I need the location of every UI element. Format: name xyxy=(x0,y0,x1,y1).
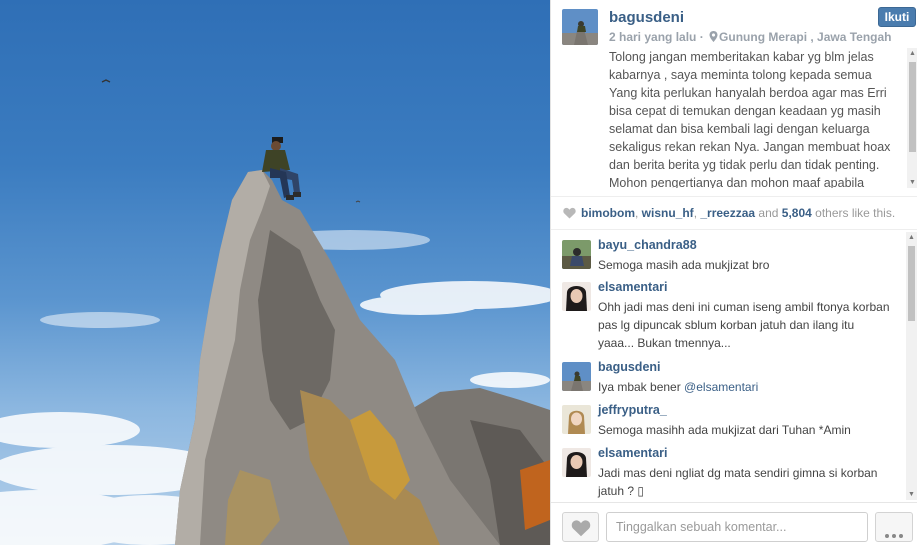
commenter-avatar[interactable] xyxy=(562,362,591,391)
post-caption: Tolong jangan memberitakan kabar yg blm … xyxy=(609,50,891,188)
avatar-image xyxy=(562,448,591,477)
ellipsis-icon xyxy=(884,525,905,543)
liker-link[interactable]: bimobom xyxy=(581,206,635,220)
likes-separator: , xyxy=(635,206,642,220)
commenter-avatar[interactable] xyxy=(562,240,591,269)
avatar-image xyxy=(562,405,591,434)
liker-link[interactable]: _rreezzaa xyxy=(700,206,755,220)
comment-item: elsamentari Ohh jadi mas deni ini cuman … xyxy=(551,280,901,356)
comment-body: Iya mbak bener xyxy=(598,380,685,394)
comment-bar xyxy=(551,502,917,545)
scroll-down-icon[interactable]: ▼ xyxy=(906,489,917,500)
post-viewer: bagusdeni Ikuti 2 hari yang lalu · Gunun… xyxy=(0,0,917,545)
scroll-down-icon[interactable]: ▼ xyxy=(907,177,917,188)
commenter-name[interactable]: elsamentari xyxy=(598,280,667,294)
like-button[interactable] xyxy=(562,512,599,542)
likes-others-text: others like this. xyxy=(811,206,896,220)
comment-text: Jadi mas deni ngliat dg mata sendiri gim… xyxy=(598,466,878,498)
post-location[interactable]: Gunung Merapi , Jawa Tengah xyxy=(719,30,891,44)
post-header: bagusdeni Ikuti 2 hari yang lalu · Gunun… xyxy=(551,0,917,196)
likes-and: and xyxy=(755,206,782,220)
comment-item: bagusdeni Iya mbak bener @elsamentari xyxy=(551,360,901,400)
post-photo[interactable] xyxy=(0,0,550,545)
avatar-image xyxy=(562,9,598,45)
comments-list: bayu_chandra88 Semoga masih ada mukjizat… xyxy=(551,230,917,502)
avatar-image xyxy=(562,362,591,391)
likes-count[interactable]: 5,804 xyxy=(782,206,812,220)
comment-text: Iya mbak bener @elsamentari xyxy=(598,378,893,396)
author-avatar[interactable] xyxy=(562,9,598,45)
avatar-image xyxy=(562,240,591,269)
post-details-panel: bagusdeni Ikuti 2 hari yang lalu · Gunun… xyxy=(550,0,917,545)
commenter-name[interactable]: jeffryputra_ xyxy=(598,403,667,417)
more-options-button[interactable] xyxy=(875,512,913,542)
commenter-name[interactable]: bayu_chandra88 xyxy=(598,238,697,252)
meta-separator: · xyxy=(696,30,708,44)
location-pin-icon xyxy=(709,31,718,42)
scroll-up-icon[interactable]: ▲ xyxy=(907,48,917,59)
avatar-image xyxy=(562,282,591,311)
comments-scroll-thumb[interactable] xyxy=(908,246,915,321)
caption-scroll-thumb[interactable] xyxy=(909,62,916,152)
liker-link[interactable]: wisnu_hf xyxy=(642,206,694,220)
heart-icon xyxy=(571,520,591,537)
commenter-name[interactable]: bagusdeni xyxy=(598,360,661,374)
comment-item: bayu_chandra88 Semoga masih ada mukjizat… xyxy=(551,238,901,278)
caption-scrollbar[interactable]: ▲ ▼ xyxy=(907,48,917,188)
comment-text: Ohh jadi mas deni ini cuman iseng ambil … xyxy=(598,300,890,350)
scroll-up-icon[interactable]: ▲ xyxy=(906,232,917,243)
follow-button[interactable]: Ikuti xyxy=(878,7,916,27)
comment-text: Semoga masihh ada mukjizat dari Tuhan *A… xyxy=(598,423,851,437)
commenter-avatar[interactable] xyxy=(562,405,591,434)
comment-item: jeffryputra_ Semoga masihh ada mukjizat … xyxy=(551,403,901,443)
post-time[interactable]: 2 hari yang lalu xyxy=(609,30,696,44)
heart-icon xyxy=(563,207,576,219)
comment-item: elsamentari Jadi mas deni ngliat dg mata… xyxy=(551,446,901,502)
likes-summary: bimobom, wisnu_hf, _rreezzaa and 5,804 o… xyxy=(551,196,917,230)
comments-scrollbar[interactable]: ▲ ▼ xyxy=(906,232,917,500)
commenter-avatar[interactable] xyxy=(562,448,591,477)
mention-link[interactable]: @elsamentari xyxy=(684,380,758,394)
comment-text: Semoga masih ada mukjizat bro xyxy=(598,258,770,272)
commenter-name[interactable]: elsamentari xyxy=(598,446,667,460)
photo-illustration xyxy=(0,79,550,545)
post-meta: 2 hari yang lalu · Gunung Merapi , Jawa … xyxy=(609,30,892,44)
comment-input[interactable] xyxy=(606,512,868,542)
author-username[interactable]: bagusdeni xyxy=(609,9,684,26)
commenter-avatar[interactable] xyxy=(562,282,591,311)
